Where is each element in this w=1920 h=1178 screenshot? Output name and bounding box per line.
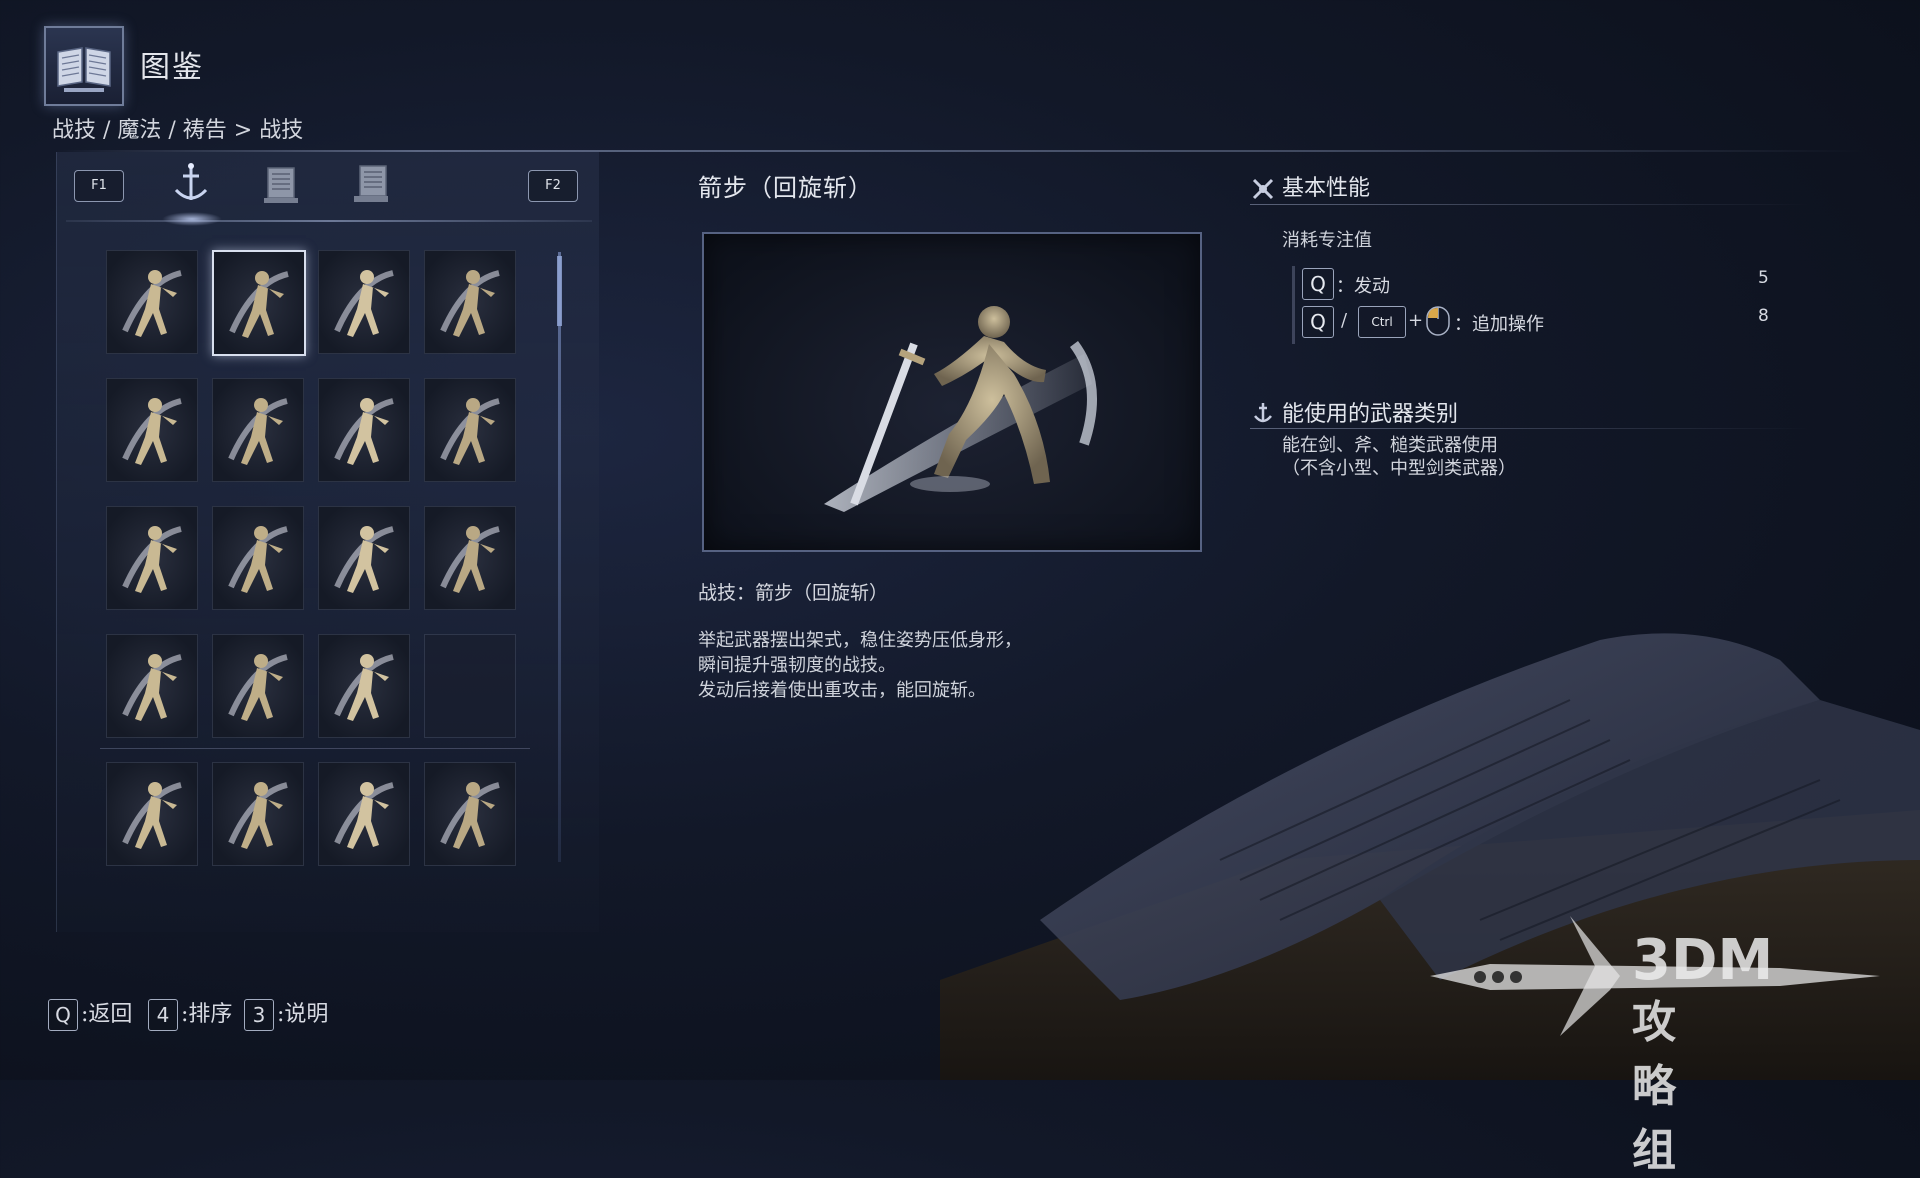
grid-slot[interactable]: [106, 506, 198, 610]
fp-cost-label: 消耗专注值: [1282, 230, 1372, 251]
grid-slot[interactable]: [424, 762, 516, 866]
war-cry-figure-icon: [440, 398, 500, 465]
weapons-heading: 能使用的武器类别: [1282, 402, 1459, 427]
grid-slot[interactable]: [106, 634, 198, 738]
weapons-divider: [1250, 428, 1810, 429]
grid-slot[interactable]: [106, 762, 198, 866]
roar-figure-icon: [334, 398, 394, 465]
weapon-line: 能在剑、斧、槌类武器使用: [1282, 435, 1498, 456]
key-q: Q: [1302, 306, 1334, 338]
impaling-thrust-figure-icon: [228, 782, 288, 849]
key-separator: /: [1341, 310, 1348, 331]
crystal-burst-icon: [122, 398, 182, 465]
spin-slash-figure-icon: [122, 270, 182, 337]
mouse-icon: [1424, 305, 1452, 341]
hint-sort[interactable]: 4:排序: [148, 996, 232, 1031]
grid-slot[interactable]: [212, 378, 304, 482]
weapon-line: （不含小型、中型剑类武器）: [1282, 458, 1516, 479]
hint-help[interactable]: 3:说明: [244, 996, 328, 1031]
activate-fp-value: 5: [1758, 268, 1769, 288]
watermark-brand: 3DM: [1632, 928, 1774, 993]
skill-subtitle: 战技：箭步（回旋斩）: [698, 582, 889, 604]
key-ctrl: Ctrl: [1358, 306, 1406, 338]
scrollbar-thumb[interactable]: [557, 256, 562, 326]
prev-tab-key[interactable]: F1: [74, 170, 124, 202]
grid-slot[interactable]: [424, 378, 516, 482]
overhead-strike-figure-icon: [334, 782, 394, 849]
ash-of-war-icon: [174, 163, 208, 200]
key-3: 3: [244, 999, 274, 1031]
stats-bar: [1292, 266, 1295, 344]
grid-divider: [100, 748, 530, 749]
grid-slot[interactable]: [212, 506, 304, 610]
breadcrumb: 战技 / 魔法 / 祷告 > 战技: [52, 118, 304, 143]
hint-label: :说明: [277, 1002, 329, 1027]
blood-tax-figure-icon: [122, 654, 182, 721]
grid-slot[interactable]: [106, 250, 198, 354]
weapon-compatibility: 能在剑、斧、槌类武器使用 （不含小型、中型剑类武器）: [1282, 434, 1516, 480]
page-title: 图鉴: [140, 50, 204, 85]
tab-ash-of-war[interactable]: [166, 160, 216, 210]
grid-slot[interactable]: [424, 506, 516, 610]
codex-book-icon: [44, 26, 124, 106]
grid-slot[interactable]: [212, 634, 304, 738]
grid-slot[interactable]: [212, 762, 304, 866]
spinning-weapon-figure-icon: [334, 270, 394, 337]
stats-heading: 基本性能: [1282, 176, 1371, 201]
grid-slot[interactable]: [318, 762, 410, 866]
ground-slam-spike-icon: [122, 526, 182, 593]
grid-slot[interactable]: [424, 250, 516, 354]
kick-figure-icon: [228, 398, 288, 465]
tab-sorcery[interactable]: [256, 160, 306, 210]
tab-incantation[interactable]: [346, 160, 396, 210]
watermark-subtitle: 攻略组: [1632, 997, 1676, 1176]
tab-underline: [66, 220, 592, 222]
skill-name: 箭步（回旋斩）: [698, 174, 873, 202]
key-plus: +: [1408, 310, 1424, 331]
quickstep-slash-illustration-icon: [824, 306, 1097, 512]
active-tab-indicator: [162, 212, 222, 226]
follow-up-fp-value: 8: [1758, 306, 1769, 326]
quickstep-slash-figure-icon: [229, 271, 289, 338]
incantation-scroll-icon: [354, 165, 388, 202]
key-q: Q: [1302, 268, 1334, 300]
weapon-type-icon: [1250, 400, 1276, 430]
barricade-figure-icon: [228, 654, 288, 721]
hint-label: :排序: [181, 1002, 233, 1027]
grid-slot[interactable]: [318, 634, 410, 738]
grid-slot[interactable]: [106, 378, 198, 482]
key-4: 4: [148, 999, 178, 1031]
activate-label: ：发动: [1336, 276, 1390, 297]
grid-slot[interactable]: [212, 250, 306, 356]
blood-aura-figure-icon: [440, 526, 500, 593]
stomp-figure-icon: [228, 526, 288, 593]
grid-slot[interactable]: [318, 506, 410, 610]
vow-figure-icon: [334, 654, 394, 721]
grid-slot-empty[interactable]: [424, 634, 516, 738]
hint-label: :返回: [81, 1002, 133, 1027]
sorcery-scroll-icon: [264, 167, 298, 203]
grid-slot[interactable]: [318, 250, 410, 354]
next-tab-key[interactable]: F2: [528, 170, 578, 202]
grid-slot[interactable]: [318, 378, 410, 482]
key-q: Q: [48, 999, 78, 1031]
stats-divider: [1250, 204, 1810, 205]
lion-claw-figure-icon: [440, 270, 500, 337]
skill-preview-frame: [702, 232, 1202, 552]
endure-aura-figure-icon: [334, 526, 394, 593]
stats-icon: [1250, 176, 1276, 206]
scrollbar[interactable]: [558, 252, 561, 862]
piercing-thrust-figure-icon: [122, 782, 182, 849]
follow-up-label: ：追加操作: [1454, 314, 1544, 335]
charge-thrust-figure-icon: [440, 782, 500, 849]
hint-back[interactable]: Q:返回: [48, 996, 132, 1031]
